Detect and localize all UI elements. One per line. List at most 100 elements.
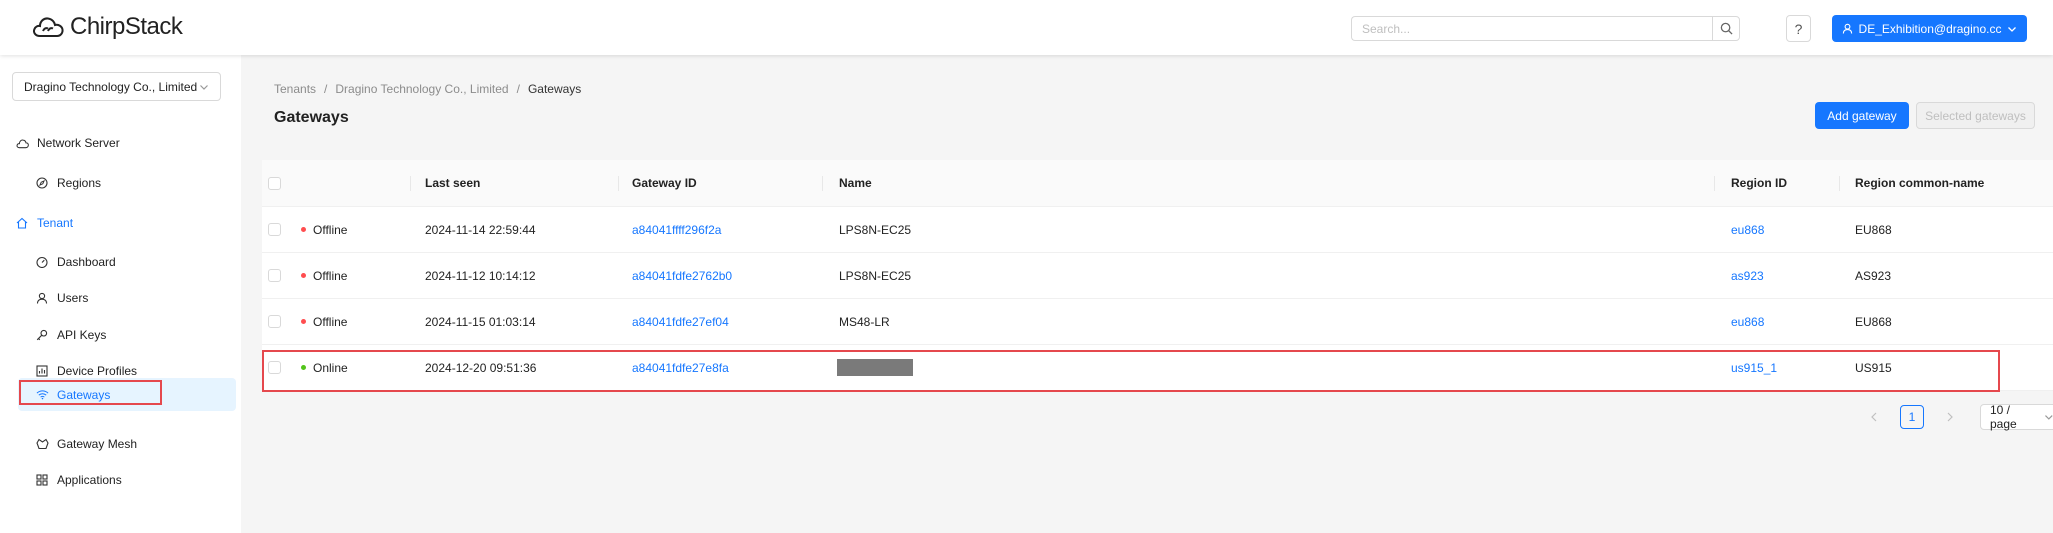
search-button[interactable]	[1712, 16, 1740, 41]
sidebar-item-applications[interactable]: Applications	[0, 465, 241, 495]
sidebar-item-users[interactable]: Users	[0, 283, 241, 313]
status-dot-icon	[301, 365, 306, 370]
last-seen-cell: 2024-11-14 22:59:44	[425, 222, 536, 237]
status-text: Offline	[313, 222, 348, 237]
status-dot-icon	[301, 273, 306, 278]
status-dot-icon	[301, 227, 306, 232]
tenant-selector[interactable]: Dragino Technology Co., Limited	[12, 72, 221, 101]
sidebar-item-label: Network Server	[37, 136, 120, 150]
chevron-right-icon	[1947, 412, 1953, 422]
table-header: Last seen Gateway ID Name Region ID Regi…	[262, 160, 2053, 207]
key-icon	[35, 328, 49, 342]
sidebar-item-gateway-mesh[interactable]: Gateway Mesh	[0, 429, 241, 459]
sidebar-item-api-keys[interactable]: API Keys	[0, 320, 241, 350]
row-checkbox-cell	[268, 345, 281, 390]
name-cell: LPS8N-EC25	[839, 222, 912, 237]
column-header-name[interactable]: Name	[839, 160, 872, 206]
add-gateway-button[interactable]: Add gateway	[1815, 102, 1909, 129]
app-name: ChirpStack	[70, 13, 183, 40]
row-checkbox-cell	[268, 207, 281, 252]
column-header-region-id[interactable]: Region ID	[1731, 160, 1787, 206]
status-cell: Offline	[301, 299, 347, 344]
region-id-link[interactable]: eu868	[1731, 299, 1764, 344]
chevron-down-icon	[200, 84, 208, 90]
select-all-checkbox[interactable]	[268, 176, 281, 190]
top-header: ChirpStack ? DE_Exhibition@dragino.cc	[0, 0, 2053, 55]
table-row[interactable]: Offline 2024-11-12 10:14:12 a84041fdfe27…	[262, 253, 2053, 299]
gateway-id-link[interactable]: a84041ffff296f2a	[632, 207, 721, 252]
sidebar-item-label: Gateway Mesh	[57, 437, 138, 451]
sidebar-item-tenant[interactable]: Tenant	[0, 208, 241, 238]
column-divider	[1714, 176, 1715, 191]
status-text: Offline	[313, 314, 348, 329]
cloud-logo-icon	[33, 17, 64, 37]
sidebar-item-label: API Keys	[57, 328, 107, 342]
page-1-button[interactable]: 1	[1900, 405, 1924, 429]
region-common-name-cell: AS923	[1855, 268, 1892, 283]
column-header-region-common-name[interactable]: Region common-name	[1855, 160, 1984, 206]
gateway-id-link[interactable]: a84041fdfe27e8fa	[632, 345, 729, 390]
user-icon	[35, 291, 49, 305]
cloud-icon	[15, 136, 29, 150]
name-cell	[837, 345, 913, 390]
table-row[interactable]: Offline 2024-11-14 22:59:44 a84041ffff29…	[262, 207, 2053, 253]
last-seen-cell: 2024-11-15 01:03:14	[425, 314, 536, 329]
breadcrumb-tenant[interactable]: Dragino Technology Co., Limited	[335, 82, 508, 96]
chevron-left-icon	[1871, 412, 1877, 422]
region-id-link[interactable]: eu868	[1731, 207, 1764, 252]
sidebar-item-label: Dashboard	[57, 255, 116, 269]
column-divider	[822, 176, 823, 191]
row-checkbox[interactable]	[268, 361, 281, 374]
status-cell: Offline	[301, 207, 347, 252]
selected-gateways-button[interactable]: Selected gateways	[1916, 102, 2035, 129]
sidebar-item-regions[interactable]: Regions	[0, 168, 241, 198]
row-checkbox[interactable]	[268, 269, 281, 282]
compass-icon	[35, 176, 49, 190]
row-checkbox[interactable]	[268, 315, 281, 328]
gateway-id-link[interactable]: a84041fdfe2762b0	[632, 253, 732, 298]
row-checkbox[interactable]	[268, 223, 281, 236]
breadcrumb-current: Gateways	[527, 82, 582, 96]
table-row[interactable]: Online 2024-12-20 09:51:36 a84041fdfe27e…	[262, 345, 2053, 391]
sidebar-item-network-server[interactable]: Network Server	[0, 128, 241, 158]
gateway-id-link[interactable]: a84041fdfe27ef04	[632, 299, 729, 344]
chevron-down-icon	[2008, 26, 2017, 32]
dashboard-icon	[35, 255, 49, 269]
next-page-button[interactable]	[1938, 405, 1962, 429]
sidebar-item-label: Regions	[57, 176, 102, 190]
mesh-icon	[35, 437, 49, 451]
breadcrumb-tenants[interactable]: Tenants	[274, 82, 316, 96]
column-divider	[1839, 176, 1840, 191]
last-seen-cell: 2024-11-12 10:14:12	[425, 268, 536, 283]
column-header-last-seen[interactable]: Last seen	[425, 160, 480, 206]
column-divider	[618, 176, 619, 191]
help-icon: ?	[1794, 20, 1803, 37]
breadcrumb: Tenants / Dragino Technology Co., Limite…	[274, 82, 581, 96]
column-header-gateway-id[interactable]: Gateway ID	[632, 160, 697, 206]
prev-page-button[interactable]	[1862, 405, 1886, 429]
name-cell: LPS8N-EC25	[839, 268, 912, 283]
user-email: DE_Exhibition@dragino.cc	[1858, 21, 2002, 36]
region-id-link[interactable]: us915_1	[1731, 345, 1777, 390]
breadcrumb-separator: /	[516, 82, 520, 96]
chirpstack-logo[interactable]: ChirpStack	[32, 13, 183, 41]
region-common-name-cell: EU868	[1855, 314, 1892, 329]
user-menu-button[interactable]: DE_Exhibition@dragino.cc	[1832, 15, 2027, 42]
search-input[interactable]	[1351, 16, 1712, 41]
region-common-name-cell: EU868	[1855, 222, 1892, 237]
help-button[interactable]: ?	[1786, 15, 1811, 42]
table-row[interactable]: Offline 2024-11-15 01:03:14 a84041fdfe27…	[262, 299, 2053, 345]
chevron-down-icon	[2045, 415, 2053, 420]
status-text: Offline	[313, 268, 348, 283]
region-id-link[interactable]: as923	[1731, 253, 1764, 298]
row-checkbox-cell	[268, 253, 281, 298]
sidebar-item-label: Device Profiles	[57, 364, 138, 378]
last-seen-cell: 2024-12-20 09:51:36	[425, 360, 537, 375]
sidebar-item-dashboard[interactable]: Dashboard	[0, 247, 241, 277]
name-cell: MS48-LR	[839, 314, 890, 329]
status-cell: Online	[301, 345, 348, 390]
pagination: 1 10 / page	[1862, 403, 2053, 431]
search-box	[1351, 16, 1740, 41]
sidebar-item-label: Tenant	[37, 216, 74, 230]
page-size-select[interactable]: 10 / page	[1980, 403, 2053, 431]
